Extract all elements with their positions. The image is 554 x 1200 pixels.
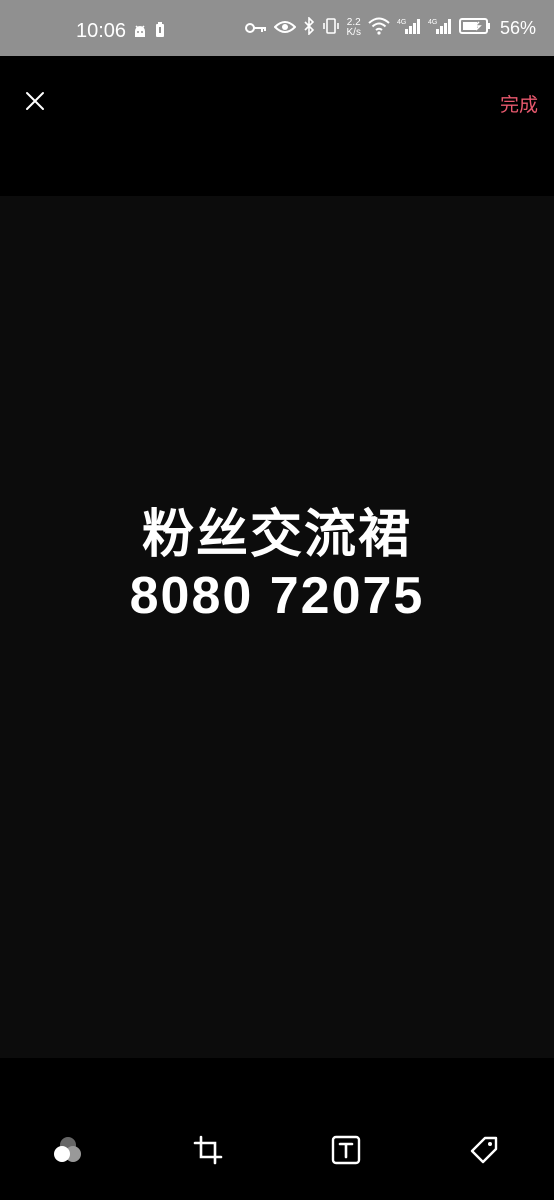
done-button[interactable]: 完成 xyxy=(500,90,538,117)
editor-bottom-toolbar xyxy=(0,1058,554,1200)
image-text-line1: 粉丝交流裙 xyxy=(141,505,412,565)
tag-icon xyxy=(469,1135,499,1169)
battery-percent: 56% xyxy=(499,17,536,38)
signal-4g-icon: 4G xyxy=(428,17,452,39)
filter-button[interactable] xyxy=(48,1132,88,1172)
status-bar: 10:06 2.2 K/s 4G 4G 56% xyxy=(0,0,554,56)
photo-editor-screen: 10:06 2.2 K/s 4G 4G 56% 完成 粉丝交流裙 8080 72… xyxy=(0,0,554,1200)
vibrate-icon xyxy=(322,17,340,39)
crop-button[interactable] xyxy=(188,1132,228,1172)
editor-top-toolbar: 完成 xyxy=(0,56,554,196)
svg-text:4G: 4G xyxy=(397,19,406,26)
android-debug-icon xyxy=(133,23,147,42)
vpn-key-icon xyxy=(244,19,267,38)
svg-text:4G: 4G xyxy=(428,19,437,26)
wifi-icon xyxy=(368,17,390,39)
battery-saver-icon xyxy=(155,22,165,42)
text-icon xyxy=(331,1135,361,1169)
battery-icon xyxy=(458,17,491,39)
net-speed-unit: K/s xyxy=(346,27,361,38)
eye-comfort-icon xyxy=(273,19,296,38)
crop-icon xyxy=(193,1135,223,1169)
text-button[interactable] xyxy=(326,1132,366,1172)
image-text-line2: 8080 72075 xyxy=(129,567,425,625)
close-icon xyxy=(24,90,46,116)
close-button[interactable] xyxy=(18,86,52,120)
edited-image: 粉丝交流裙 8080 72075 xyxy=(0,196,554,1058)
tag-button[interactable] xyxy=(464,1132,504,1172)
network-speed: 2.2 K/s xyxy=(347,18,361,38)
status-time: 10:06 xyxy=(76,20,127,42)
status-right-icons: 2.2 K/s 4G 4G 56% xyxy=(244,16,536,39)
bluetooth-icon xyxy=(303,16,315,39)
filter-icon xyxy=(51,1133,85,1171)
signal-4g-icon: 4G xyxy=(397,17,421,39)
status-left-icons xyxy=(133,22,165,42)
